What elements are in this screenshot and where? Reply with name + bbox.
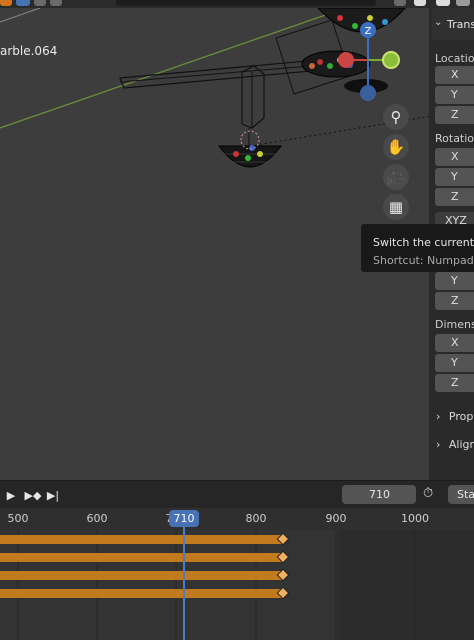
tooltip-shortcut: Shortcut: Numpad 5 <box>373 254 474 267</box>
location-z-field[interactable]: Z <box>435 106 474 124</box>
grid-projection-icon[interactable]: ▦ <box>383 194 409 220</box>
keyframe-row <box>0 532 290 546</box>
dimensions-label: Dimens <box>435 318 474 331</box>
location-label: Locatio <box>435 52 474 65</box>
frame-ruler[interactable]: 500 600 700 800 900 1000 <box>0 508 474 530</box>
location-x-field[interactable]: X <box>435 66 474 84</box>
shading-material-icon[interactable] <box>34 0 46 6</box>
overlay-icon[interactable] <box>394 0 406 6</box>
collapse-chevron-icon: ⌄ <box>434 17 443 28</box>
location-y-field[interactable]: Y <box>435 86 474 104</box>
sidebar-toggle-icon[interactable] <box>436 0 450 6</box>
expand-chevron-icon: › <box>436 438 441 451</box>
search-input[interactable] <box>116 0 376 6</box>
dimensions-y-field[interactable]: Y <box>435 354 474 372</box>
align-panel-header[interactable]: › Align <box>436 438 474 451</box>
rotation-x-field[interactable]: X <box>435 148 474 166</box>
dimensions-x-field[interactable]: X <box>435 334 474 352</box>
dimensions-z-field[interactable]: Z <box>435 374 474 392</box>
editor-type-icon[interactable] <box>0 0 12 6</box>
top-header <box>0 0 474 8</box>
rotation-label: Rotation <box>435 132 474 145</box>
keyframe-area <box>0 530 416 640</box>
rotation-y-field[interactable]: Y <box>435 168 474 186</box>
shading-solid-icon[interactable] <box>16 0 30 6</box>
playhead-line[interactable] <box>183 527 185 640</box>
bookmark-icon[interactable] <box>414 0 426 6</box>
transform-header[interactable]: ⌄ Trans <box>432 8 474 40</box>
properties-panel-header[interactable]: › Prop <box>436 410 473 423</box>
tooltip-description: Switch the current v <box>373 236 474 249</box>
shading-render-icon[interactable] <box>50 0 62 6</box>
rotation-z-field[interactable]: Z <box>435 188 474 206</box>
current-frame-field[interactable]: 710 <box>342 485 416 504</box>
jump-keyframe-icon[interactable]: ▶◆ <box>22 487 44 503</box>
camera-icon[interactable]: 🎥 <box>383 164 409 190</box>
scale-y-field[interactable]: Y <box>435 272 474 290</box>
transform-header-label: Trans <box>447 18 474 31</box>
panel-layout-icon[interactable] <box>456 0 470 6</box>
jump-end-icon[interactable]: ▶| <box>44 487 62 503</box>
ruler-tick: 900 <box>325 512 347 525</box>
start-frame-field[interactable]: Sta <box>448 485 474 504</box>
clock-icon[interactable]: ⏱ <box>423 486 441 504</box>
keyframe-row <box>0 550 290 564</box>
marble-cluster-icon <box>301 50 371 78</box>
keyframe-row <box>0 568 290 582</box>
play-icon[interactable]: ▶ <box>2 487 20 503</box>
keyframe-row <box>0 586 290 600</box>
tooltip: Switch the current v Shortcut: Numpad 5 <box>361 224 474 272</box>
ruler-tick: 600 <box>86 512 108 525</box>
object-name-label: arble.064 <box>0 44 58 58</box>
align-label: Align <box>448 438 474 451</box>
hand-pan-icon[interactable]: ✋ <box>383 134 409 160</box>
ruler-tick: 800 <box>245 512 267 525</box>
keyframe-tracks[interactable] <box>0 530 474 640</box>
ruler-tick: 1000 <box>401 512 429 525</box>
timeline-header: ▶ ▶◆ ▶| 710 ⏱ Sta <box>0 480 474 509</box>
zoom-icon[interactable]: ⚲ <box>383 104 409 130</box>
playhead-frame-label[interactable]: 710 <box>169 510 199 527</box>
properties-label: Prop <box>448 410 474 423</box>
ruler-tick: 500 <box>7 512 29 525</box>
expand-chevron-icon: › <box>436 410 441 423</box>
scale-z-field[interactable]: Z <box>435 292 474 310</box>
gizmo-z-label: Z <box>365 26 372 37</box>
